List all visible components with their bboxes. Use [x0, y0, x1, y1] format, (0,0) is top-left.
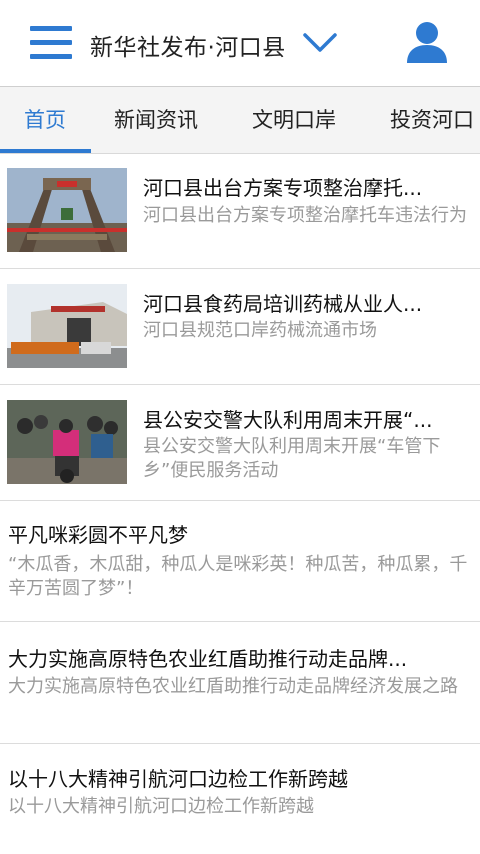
news-title: 县公安交警大队利用周末开展“...: [143, 408, 433, 432]
news-title: 河口县食药局培训药械从业人...: [143, 292, 423, 316]
news-title: 平凡咪彩圆不平凡梦: [8, 523, 188, 547]
tab-invest[interactable]: 投资河口: [390, 87, 474, 153]
news-summary: 以十八大精神引航河口边检工作新跨越: [8, 796, 314, 817]
tab-news[interactable]: 新闻资讯: [114, 87, 198, 153]
hamburger-menu-icon[interactable]: [30, 26, 72, 60]
news-list: 河口县出台方案专项整治摩托... 河口县出台方案专项整治摩托车违法行为 河口县食…: [0, 154, 480, 854]
chevron-down-icon[interactable]: [302, 32, 338, 54]
tab-bar: 首页 新闻资讯 文明口岸 投资河口: [0, 87, 480, 154]
news-item[interactable]: 河口县食药局培训药械从业人... 河口县规范口岸药械流通市场: [0, 269, 480, 385]
news-thumbnail: [7, 400, 127, 484]
news-title: 大力实施高原特色农业红盾助推行动走品牌...: [8, 647, 408, 671]
news-thumbnail: [7, 168, 127, 252]
app-title: 新华社发布·河口县: [90, 35, 286, 61]
news-title: 以十八大精神引航河口边检工作新跨越: [8, 767, 348, 791]
tab-civilized-port[interactable]: 文明口岸: [252, 87, 336, 153]
news-item[interactable]: 大力实施高原特色农业红盾助推行动走品牌... 大力实施高原特色农业红盾助推行动走…: [0, 622, 480, 744]
news-item[interactable]: 以十八大精神引航河口边检工作新跨越 以十八大精神引航河口边检工作新跨越: [0, 744, 480, 854]
news-item[interactable]: 平凡咪彩圆不平凡梦 “木瓜香，木瓜甜，种瓜人是咪彩英！种瓜苦，种瓜累，千辛万苦圆…: [0, 501, 480, 622]
news-item[interactable]: 县公安交警大队利用周末开展“... 县公安交警大队利用周末开展“车管下乡”便民服…: [0, 385, 480, 501]
news-summary: 河口县规范口岸药械流通市场: [143, 320, 377, 341]
news-title: 河口县出台方案专项整治摩托...: [143, 176, 423, 200]
news-summary: 河口县出台方案专项整治摩托车违法行为: [143, 205, 467, 226]
news-summary: 大力实施高原特色农业红盾助推行动走品牌经济发展之路: [8, 676, 458, 697]
news-summary: “木瓜香，木瓜甜，种瓜人是咪彩英！种瓜苦，种瓜累，千辛万苦圆了梦”！: [8, 554, 468, 599]
active-tab-indicator: [0, 149, 91, 153]
user-profile-icon[interactable]: [406, 20, 448, 64]
news-summary: 县公安交警大队利用周末开展“车管下乡”便民服务活动: [143, 436, 441, 481]
app-header: 新华社发布·河口县: [0, 0, 480, 87]
tab-home[interactable]: 首页: [24, 87, 66, 153]
news-thumbnail: [7, 284, 127, 368]
news-item[interactable]: 河口县出台方案专项整治摩托... 河口县出台方案专项整治摩托车违法行为: [0, 154, 480, 269]
